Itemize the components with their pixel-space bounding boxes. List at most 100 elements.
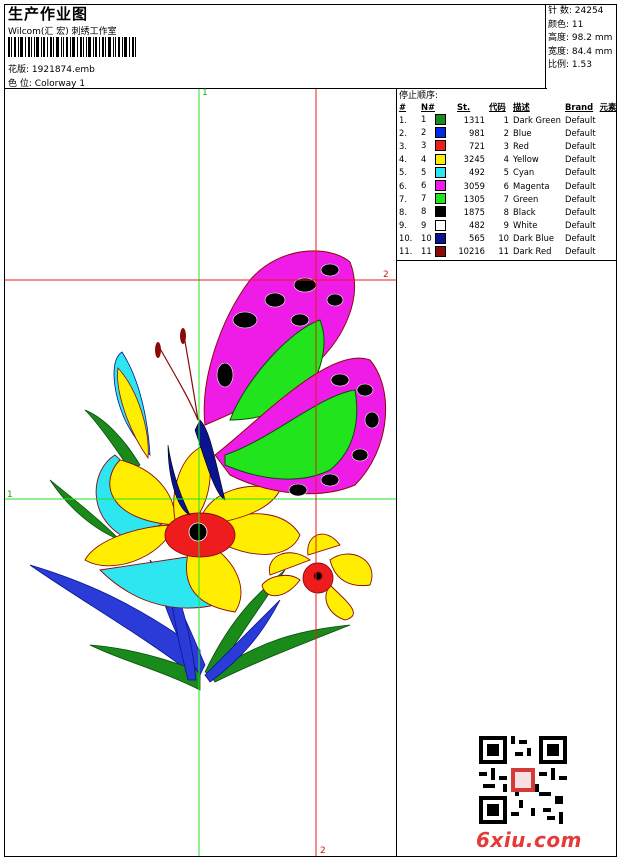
cell-brand: Default bbox=[565, 193, 596, 204]
table-row: 11. 11 10216 11 Dark Red Default bbox=[397, 245, 618, 258]
color-swatch bbox=[435, 166, 446, 178]
cell-stitches: 1305 bbox=[463, 193, 485, 204]
needle-number: 5 bbox=[421, 166, 427, 177]
cell-element bbox=[598, 153, 619, 166]
color-swatch bbox=[435, 140, 446, 152]
cell-element bbox=[598, 139, 619, 152]
cell-index: 9. bbox=[399, 220, 407, 231]
cell-brand: Default bbox=[565, 167, 596, 178]
cell-stitches: 3059 bbox=[463, 180, 485, 191]
table-row: 3. 3 721 3 Red Default bbox=[397, 139, 618, 152]
col-header-element: 元素 bbox=[599, 101, 617, 112]
cell-stitches: 482 bbox=[469, 220, 485, 231]
table-row: 4. 4 3245 4 Yellow Default bbox=[397, 153, 618, 166]
color-swatch bbox=[435, 127, 446, 139]
cell-stitches: 981 bbox=[469, 127, 485, 138]
cell-needle: 6 bbox=[419, 179, 455, 192]
cell-brand: Default bbox=[565, 233, 596, 244]
color-swatch bbox=[435, 245, 446, 257]
cell-code: 2 bbox=[503, 127, 509, 138]
cell-index: 6. bbox=[399, 180, 407, 191]
col-header-needle: N# bbox=[421, 101, 436, 112]
table-row: 8. 8 1875 8 Black Default bbox=[397, 205, 618, 218]
color-swatch bbox=[435, 153, 446, 165]
cell-description: Blue bbox=[513, 127, 532, 138]
table-row: 5. 5 492 5 Cyan Default bbox=[397, 166, 618, 179]
cell-brand: Default bbox=[565, 154, 596, 165]
cell-needle: 8 bbox=[419, 205, 455, 218]
cell-stitches: 1311 bbox=[463, 114, 485, 125]
cell-code: 5 bbox=[503, 167, 509, 178]
cell-needle: 1 bbox=[419, 113, 455, 126]
stats-divider bbox=[545, 4, 546, 88]
cell-description: Cyan bbox=[513, 167, 535, 178]
cell-element bbox=[598, 113, 619, 126]
stats-panel: 针 数: 24254 颜色: 11 高度: 98.2 mm 宽度: 84.4 m… bbox=[548, 5, 612, 73]
colorway-row: 色 位: Colorway 1 bbox=[8, 76, 85, 89]
needle-number: 3 bbox=[421, 140, 427, 151]
table-row: 9. 9 482 9 White Default bbox=[397, 219, 618, 232]
col-header-description: 描述 bbox=[513, 101, 530, 112]
needle-number: 6 bbox=[421, 180, 427, 191]
cell-stitches: 565 bbox=[469, 233, 485, 244]
cell-stitches: 492 bbox=[469, 167, 485, 178]
table-row: 2. 2 981 2 Blue Default bbox=[397, 126, 618, 139]
cell-index: 10. bbox=[399, 233, 413, 244]
cell-index: 5. bbox=[399, 167, 407, 178]
needle-number: 9 bbox=[421, 219, 427, 230]
cell-code: 1 bbox=[503, 114, 509, 125]
cell-code: 6 bbox=[503, 180, 509, 191]
stat-colors: 颜色: 11 bbox=[548, 19, 584, 30]
stat-ratio: 比例: 1.53 bbox=[548, 60, 592, 70]
needle-number: 7 bbox=[421, 193, 427, 204]
cell-brand: Default bbox=[565, 206, 596, 217]
color-swatch bbox=[435, 193, 446, 205]
cell-needle: 11 bbox=[419, 245, 455, 258]
guide-label-red-right: 2 bbox=[383, 270, 389, 280]
table-row: 10. 10 565 10 Dark Blue Default bbox=[397, 232, 618, 245]
cell-code: 11 bbox=[498, 246, 509, 257]
cell-description: Magenta bbox=[513, 180, 550, 191]
guide-label-red-bottom: 2 bbox=[320, 846, 326, 856]
color-sequence-table: # N# St. 代码 描述 Brand 元素 1. 1 1311 1 Dark Gre… bbox=[397, 100, 618, 258]
needle-number: 1 bbox=[421, 114, 427, 125]
cell-stitches: 1875 bbox=[463, 206, 485, 217]
cell-index: 8. bbox=[399, 206, 407, 217]
cell-code: 3 bbox=[503, 140, 509, 151]
cell-brand: Default bbox=[565, 180, 596, 191]
table-bottom-line bbox=[396, 260, 617, 261]
cell-description: Red bbox=[513, 140, 529, 151]
colorway-value: Colorway 1 bbox=[34, 79, 86, 89]
cell-needle: 2 bbox=[419, 126, 455, 139]
needle-number: 4 bbox=[421, 153, 427, 164]
cell-stitches: 10216 bbox=[458, 246, 485, 257]
needle-number: 2 bbox=[421, 127, 427, 138]
col-header-index: # bbox=[399, 101, 407, 112]
cell-element bbox=[598, 232, 619, 245]
cell-description: Dark Green bbox=[513, 114, 561, 125]
cell-element bbox=[598, 166, 619, 179]
cell-element bbox=[598, 219, 619, 232]
guide-label-green-left: 1 bbox=[7, 490, 13, 500]
cell-description: White bbox=[513, 220, 538, 231]
cell-brand: Default bbox=[565, 140, 596, 151]
cell-element bbox=[598, 245, 619, 258]
color-swatch bbox=[435, 232, 446, 244]
color-swatch bbox=[435, 180, 446, 192]
col-header-code: 代码 bbox=[489, 101, 506, 112]
cell-element bbox=[598, 205, 619, 218]
stat-stitches: 针 数: 24254 bbox=[548, 6, 604, 16]
color-swatch bbox=[435, 219, 446, 231]
col-header-stitches: St. bbox=[457, 101, 471, 112]
cell-index: 3. bbox=[399, 140, 407, 151]
qr-code bbox=[479, 736, 567, 824]
needle-number: 8 bbox=[421, 206, 427, 217]
needle-number: 11 bbox=[421, 245, 432, 256]
watermark: 6xiu.com bbox=[476, 828, 582, 852]
page-title: 生产作业图 bbox=[8, 5, 89, 23]
color-swatch bbox=[435, 206, 446, 218]
cell-brand: Default bbox=[565, 114, 596, 125]
cell-index: 7. bbox=[399, 193, 407, 204]
table-row: 6. 6 3059 6 Magenta Default bbox=[397, 179, 618, 192]
design-file: 1921874.emb bbox=[31, 65, 95, 75]
